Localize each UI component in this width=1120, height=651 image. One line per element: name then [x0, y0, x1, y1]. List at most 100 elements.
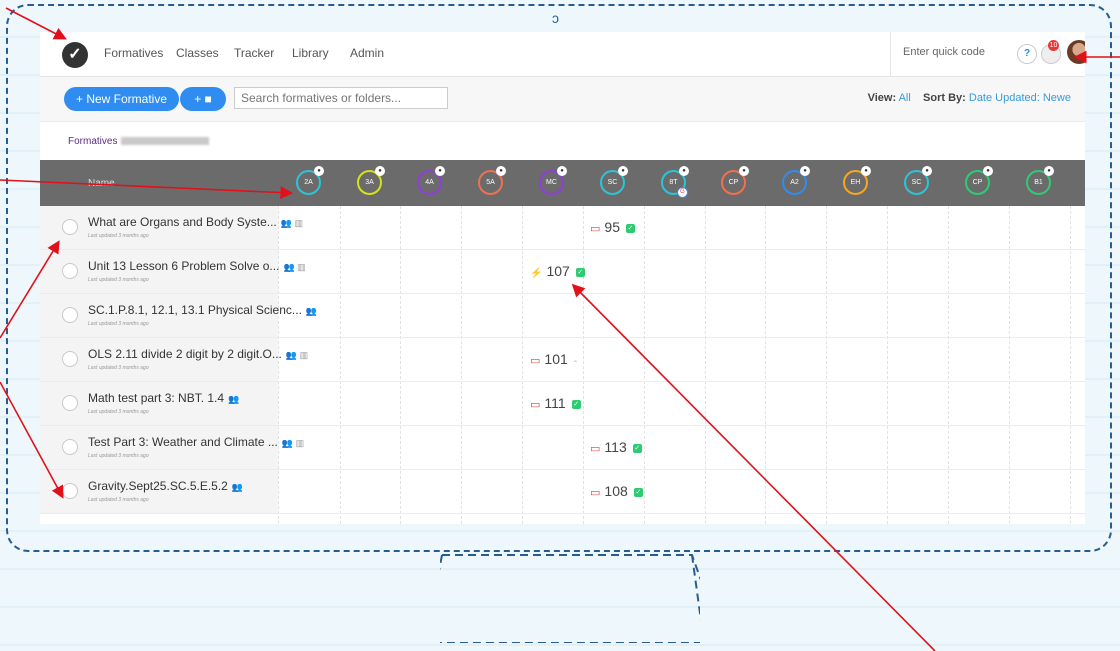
select-radio[interactable]: [62, 263, 78, 279]
class-column-11[interactable]: CP ●: [965, 166, 993, 195]
shared-icon: 👥 ▥: [283, 262, 306, 272]
table-row[interactable]: Unit 13 Lesson 6 Problem Solve o... 👥 ▥ La…: [40, 250, 1085, 294]
quick-code-input[interactable]: Enter quick code: [903, 46, 985, 58]
title-text: What are Organs and Body Syste...: [88, 215, 277, 229]
formative-title[interactable]: OLS 2.11 divide 2 digit by 2 digit.O... 👥…: [88, 347, 308, 361]
people-icon: ●: [983, 166, 993, 176]
score-cell[interactable]: ▭ 101-: [530, 351, 577, 367]
select-radio[interactable]: [62, 483, 78, 499]
people-icon: ●: [679, 166, 689, 176]
notification-bell-icon[interactable]: 10: [1041, 40, 1061, 64]
table-row[interactable]: Gravity.Sept25.SC.5.E.5.2 👥 Last updated 3…: [40, 470, 1085, 514]
shared-icon: 👥: [305, 306, 318, 316]
class-code: B1: [1034, 179, 1043, 186]
sort-select[interactable]: Date Updated: Newe: [969, 92, 1071, 104]
nav-tracker[interactable]: Tracker: [234, 46, 274, 60]
score-cell[interactable]: ▭ 111 ✓: [530, 395, 581, 411]
people-icon: ●: [739, 166, 749, 176]
table-row[interactable]: OLS 2.11 divide 2 digit by 2 digit.O... 👥…: [40, 338, 1085, 382]
class-column-2[interactable]: 4A ●: [417, 166, 445, 195]
class-code: EH: [850, 179, 861, 186]
nav-admin[interactable]: Admin: [350, 46, 384, 60]
name-cell: Math test part 3: NBT. 1.4 👥 Last updated …: [40, 382, 278, 425]
title-text: Unit 13 Lesson 6 Problem Solve o...: [88, 259, 280, 273]
nav-library[interactable]: Library: [292, 46, 329, 60]
class-code: 4A: [425, 179, 434, 186]
score-cell[interactable]: ▭ 95 ✓: [590, 219, 635, 235]
class-column-10[interactable]: SC ●: [904, 166, 932, 195]
last-updated: Last updated 3 months ago: [88, 497, 149, 503]
name-cell: Test Part 3: Weather and Climate ... 👥 ▥ L…: [40, 426, 304, 469]
table-row[interactable]: Test Part 3: Weather and Climate ... 👥 ▥ L…: [40, 426, 1085, 470]
last-updated: Last updated 3 months ago: [88, 277, 149, 283]
class-column-0[interactable]: 2A ●: [296, 166, 324, 195]
title-text: Math test part 3: NBT. 1.4: [88, 391, 225, 405]
shared-icon: 👥: [228, 394, 240, 404]
class-code: 3A: [365, 179, 374, 186]
score-cell[interactable]: ▭ 113 ✓: [590, 439, 642, 455]
select-radio[interactable]: [62, 439, 78, 455]
select-radio[interactable]: [62, 351, 78, 367]
formative-title[interactable]: Unit 13 Lesson 6 Problem Solve o... 👥 ▥: [88, 259, 306, 273]
table-row[interactable]: What are Organs and Body Syste... 👥 ▥ Last…: [40, 206, 1085, 250]
score-cell[interactable]: ⚡ 107 ✓: [530, 263, 585, 279]
name-cell: SC.1.P.8.1, 12.1, 13.1 Physical Scienc..…: [40, 294, 317, 337]
camera-dot: ɔ: [552, 10, 559, 26]
formative-title[interactable]: What are Organs and Body Syste... 👥 ▥: [88, 215, 303, 229]
name-cell: Gravity.Sept25.SC.5.E.5.2 👥 Last updated 3…: [40, 470, 278, 513]
calendar-icon: ▭: [530, 399, 541, 411]
formative-title[interactable]: SC.1.P.8.1, 12.1, 13.1 Physical Scienc..…: [88, 303, 317, 317]
shared-icon: 👥: [231, 482, 244, 492]
app-logo-icon[interactable]: ✓: [62, 42, 88, 68]
app-screen: ✓ Formatives Classes Tracker Library Adm…: [40, 32, 1085, 524]
new-formative-button[interactable]: + New Formative: [64, 87, 180, 111]
name-cell: Unit 13 Lesson 6 Problem Solve o... 👥 ▥ La…: [40, 250, 306, 293]
user-avatar[interactable]: [1067, 40, 1085, 64]
breadcrumb-root[interactable]: Formatives: [68, 136, 117, 147]
table-row[interactable]: SC.1.P.8.1, 12.1, 13.1 Physical Scienc..…: [40, 294, 1085, 338]
people-icon: ●: [435, 166, 445, 176]
new-folder-button[interactable]: + ■: [180, 87, 226, 111]
formative-title[interactable]: Math test part 3: NBT. 1.4 👥: [88, 391, 239, 405]
class-column-1[interactable]: 3A ●: [357, 166, 385, 195]
class-column-7[interactable]: CP ●: [721, 166, 749, 195]
search-input[interactable]: [234, 87, 448, 109]
select-radio[interactable]: [62, 219, 78, 235]
breadcrumb: Formatives: [68, 136, 210, 147]
score-cell[interactable]: ▭ 108 ✓: [590, 483, 643, 499]
people-icon: ●: [861, 166, 871, 176]
name-cell: OLS 2.11 divide 2 digit by 2 digit.O... 👥…: [40, 338, 308, 381]
people-icon: ●: [1044, 166, 1054, 176]
select-radio[interactable]: [62, 395, 78, 411]
view-filter-link[interactable]: All: [899, 92, 911, 104]
class-code: CP: [728, 179, 739, 186]
people-icon: ●: [618, 166, 628, 176]
score-value: 113: [604, 439, 627, 455]
title-text: Test Part 3: Weather and Climate ...: [88, 435, 278, 449]
name-column-header[interactable]: Name: [88, 178, 115, 189]
class-column-3[interactable]: 5A ●: [478, 166, 506, 195]
nav-formatives[interactable]: Formatives: [104, 46, 163, 60]
clipboard-check-icon: ✓: [625, 223, 635, 233]
select-radio[interactable]: [62, 307, 78, 323]
class-column-12[interactable]: B1 ●: [1026, 166, 1054, 195]
clipboard-check-icon: ✓: [571, 399, 581, 409]
calendar-icon: ▭: [590, 487, 601, 499]
formative-title[interactable]: Gravity.Sept25.SC.5.E.5.2 👥: [88, 479, 243, 493]
table-row[interactable]: Math test part 3: NBT. 1.4 👥 Last updated …: [40, 382, 1085, 426]
class-column-9[interactable]: EH ●: [843, 166, 871, 195]
class-code: 5A: [486, 179, 495, 186]
class-column-5[interactable]: SC ●: [600, 166, 628, 195]
title-text: Gravity.Sept25.SC.5.E.5.2: [88, 479, 228, 493]
class-column-6[interactable]: 8T ● G: [661, 166, 689, 198]
nav-classes[interactable]: Classes: [176, 46, 219, 60]
help-icon[interactable]: ?: [1017, 44, 1037, 64]
formative-title[interactable]: Test Part 3: Weather and Climate ... 👥 ▥: [88, 435, 304, 449]
shared-icon: 👥 ▥: [281, 438, 305, 448]
shared-icon: 👥 ▥: [285, 350, 309, 360]
google-classroom-icon: G: [677, 187, 688, 198]
calendar-icon: ▭: [530, 355, 541, 367]
class-column-4[interactable]: MC ●: [539, 166, 567, 195]
class-column-8[interactable]: A2 ●: [782, 166, 810, 195]
class-code: CP: [972, 179, 983, 186]
